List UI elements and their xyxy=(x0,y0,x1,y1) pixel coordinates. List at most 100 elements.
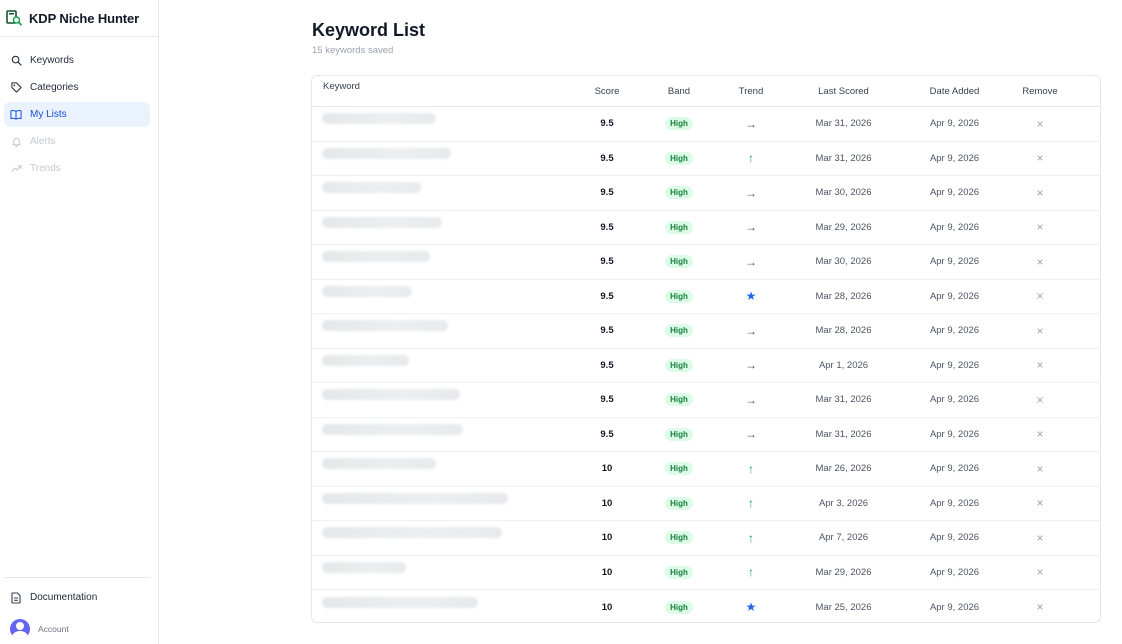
remove-icon[interactable]: × xyxy=(1036,117,1043,131)
brand[interactable]: KDP Niche Hunter xyxy=(0,0,158,37)
remove-icon[interactable]: × xyxy=(1036,600,1043,614)
band-badge: High xyxy=(665,565,693,579)
score-value: 9.5 xyxy=(600,290,614,302)
last-scored: Apr 7, 2026 xyxy=(818,532,869,544)
keyword-count: 15 keywords saved xyxy=(312,45,394,56)
remove-icon[interactable]: × xyxy=(1036,220,1043,234)
divider xyxy=(4,577,150,578)
header-last-scored[interactable]: Last Scored xyxy=(790,86,897,97)
keyword-redacted[interactable] xyxy=(322,182,421,194)
account-menu[interactable]: Account xyxy=(0,614,158,644)
header-band[interactable]: Band xyxy=(646,86,712,97)
band-badge: High xyxy=(665,462,693,476)
score-cell: 10 xyxy=(312,458,646,474)
keyword-redacted[interactable] xyxy=(322,285,412,297)
table-row[interactable]: 9.5 High → Mar 31, 2026 Apr 9, 2026 × xyxy=(312,418,1100,452)
score-value: 9.5 xyxy=(600,256,614,268)
remove-icon[interactable]: × xyxy=(1036,462,1043,476)
table-row[interactable]: 9.5 High → Mar 30, 2026 Apr 9, 2026 × xyxy=(312,245,1100,280)
table-row[interactable]: 9.5 High ★ Mar 28, 2026 Apr 9, 2026 × xyxy=(312,280,1100,314)
sidebar-item-alerts[interactable]: Alerts xyxy=(4,129,150,154)
keyword-table: Keyword Score Band Trend Last Scored Dat… xyxy=(311,75,1101,623)
arrow-up-icon: ↑ xyxy=(748,565,754,580)
keyword-redacted[interactable] xyxy=(322,354,409,366)
header-date-added[interactable]: Date Added xyxy=(897,86,1012,97)
score-value: 9.5 xyxy=(600,152,614,164)
table-row[interactable]: 9.5 High → Mar 29, 2026 Apr 9, 2026 × xyxy=(312,211,1100,245)
table-row[interactable]: 9.5 High ↑ Mar 31, 2026 Apr 9, 2026 × xyxy=(312,142,1100,176)
documentation-label: Documentation xyxy=(30,592,98,603)
keyword-redacted[interactable] xyxy=(322,113,436,125)
remove-icon[interactable]: × xyxy=(1036,531,1043,545)
table-header: Keyword Score Band Trend Last Scored Dat… xyxy=(312,76,1100,107)
date-added: Apr 9, 2026 xyxy=(929,394,980,406)
remove-icon[interactable]: × xyxy=(1036,186,1043,200)
sidebar-item-categories[interactable]: Categories xyxy=(4,75,150,100)
sidebar-item-label: Categories xyxy=(30,82,79,93)
last-scored: Mar 31, 2026 xyxy=(815,118,872,130)
remove-icon[interactable]: × xyxy=(1036,255,1043,269)
table-row[interactable]: 10 High ↑ Apr 7, 2026 Apr 9, 2026 × xyxy=(312,521,1100,556)
remove-icon[interactable]: × xyxy=(1036,565,1043,579)
date-added: Apr 9, 2026 xyxy=(929,325,980,337)
documentation-link[interactable]: Documentation xyxy=(4,585,150,610)
date-added: Apr 9, 2026 xyxy=(929,428,980,440)
remove-icon[interactable]: × xyxy=(1036,324,1043,338)
table-row[interactable]: 9.5 High → Apr 1, 2026 Apr 9, 2026 × xyxy=(312,349,1100,383)
band-badge: High xyxy=(665,496,693,510)
remove-icon[interactable]: × xyxy=(1036,358,1043,372)
remove-icon[interactable]: × xyxy=(1036,289,1043,303)
score-value: 9.5 xyxy=(600,221,614,233)
keyword-redacted[interactable] xyxy=(322,596,478,608)
remove-icon[interactable]: × xyxy=(1036,151,1043,165)
score-cell: 9.5 xyxy=(312,182,646,198)
page-title: Keyword List xyxy=(312,20,426,40)
header-trend[interactable]: Trend xyxy=(712,86,790,97)
score-cell: 9.5 xyxy=(312,320,646,336)
sidebar-nav: Keywords Categories My Lists Alerts Tren… xyxy=(0,37,158,181)
table-row[interactable]: 9.5 High → Mar 30, 2026 Apr 9, 2026 × xyxy=(312,176,1100,211)
arrow-right-icon: → xyxy=(745,358,757,373)
book-icon xyxy=(10,109,22,121)
last-scored: Apr 3, 2026 xyxy=(818,497,869,509)
score-cell: 9.5 xyxy=(312,113,646,129)
table-row[interactable]: 10 High ↑ Mar 29, 2026 Apr 9, 2026 × xyxy=(312,556,1100,590)
arrow-right-icon: → xyxy=(745,185,757,200)
table-row[interactable]: 9.5 High → Mar 31, 2026 Apr 9, 2026 × xyxy=(312,383,1100,418)
keyword-redacted[interactable] xyxy=(322,492,508,504)
sidebar-item-trends[interactable]: Trends xyxy=(4,156,150,181)
trend-icon xyxy=(10,163,22,175)
keyword-redacted[interactable] xyxy=(322,216,442,228)
band-badge: High xyxy=(665,531,693,545)
document-icon xyxy=(10,591,22,604)
table-row[interactable]: 9.5 High → Mar 31, 2026 Apr 9, 2026 × xyxy=(312,107,1100,142)
keyword-redacted[interactable] xyxy=(322,147,451,159)
table-row[interactable]: 10 High ★ Mar 25, 2026 Apr 9, 2026 × xyxy=(312,590,1100,622)
arrow-right-icon: → xyxy=(745,392,757,407)
search-icon xyxy=(10,55,22,67)
table-row[interactable]: 9.5 High → Mar 28, 2026 Apr 9, 2026 × xyxy=(312,314,1100,349)
header-keyword[interactable]: Keyword xyxy=(323,81,360,92)
band-badge: High xyxy=(665,600,693,614)
band-badge: High xyxy=(665,255,693,269)
keyword-redacted[interactable] xyxy=(322,320,448,332)
sidebar-item-my-lists[interactable]: My Lists xyxy=(4,102,150,127)
arrow-right-icon: → xyxy=(745,220,757,235)
table-row[interactable]: 10 High ↑ Apr 3, 2026 Apr 9, 2026 × xyxy=(312,487,1100,521)
keyword-redacted[interactable] xyxy=(322,561,406,573)
keyword-redacted[interactable] xyxy=(322,251,430,263)
remove-icon[interactable]: × xyxy=(1036,496,1043,510)
sidebar-item-keywords[interactable]: Keywords xyxy=(4,48,150,73)
remove-icon[interactable]: × xyxy=(1036,393,1043,407)
remove-icon[interactable]: × xyxy=(1036,427,1043,441)
app-title: KDP Niche Hunter xyxy=(29,10,140,26)
score-cell: 9.5 xyxy=(312,251,646,268)
table-row[interactable]: 10 High ↑ Mar 26, 2026 Apr 9, 2026 × xyxy=(312,452,1100,487)
band-badge: High xyxy=(665,186,693,200)
keyword-redacted[interactable] xyxy=(322,389,460,401)
keyword-redacted[interactable] xyxy=(322,458,436,470)
avatar xyxy=(10,619,30,639)
keyword-redacted[interactable] xyxy=(322,423,463,435)
header-score[interactable]: Score xyxy=(595,86,620,97)
keyword-redacted[interactable] xyxy=(322,527,502,539)
